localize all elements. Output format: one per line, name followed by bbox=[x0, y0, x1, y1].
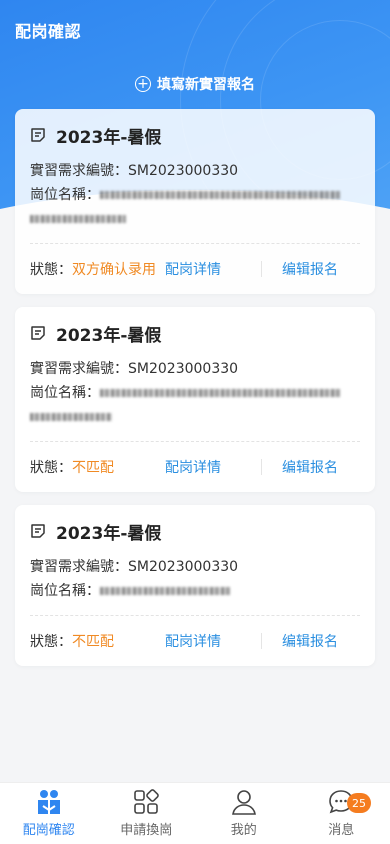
edit-application-link[interactable]: 编辑报名 bbox=[282, 259, 360, 279]
apps-icon bbox=[134, 789, 160, 814]
separator bbox=[261, 261, 262, 277]
requirement-no-row: 實習需求編號：SM2023000330 bbox=[30, 359, 360, 379]
application-card: 2023年-暑假 實習需求編號：SM2023000330 崗位名稱： 狀態： 不… bbox=[15, 307, 375, 492]
requirement-no-label: 實習需求編號： bbox=[30, 559, 128, 575]
post-name-redacted-line2 bbox=[30, 215, 126, 223]
status-badge: 不匹配 bbox=[72, 634, 114, 650]
tab-match-confirm[interactable]: 配崗確認 bbox=[0, 783, 98, 844]
tab-label: 我的 bbox=[230, 823, 257, 838]
post-name-row: 崗位名稱： bbox=[30, 185, 360, 229]
edit-application-link[interactable]: 编辑报名 bbox=[282, 631, 360, 651]
requirement-no-label: 實習需求編號： bbox=[30, 163, 128, 179]
tab-change-post[interactable]: 申請換崗 bbox=[98, 783, 196, 844]
post-name-row: 崗位名稱： bbox=[30, 383, 360, 427]
requirement-no-row: 實習需求編號：SM2023000330 bbox=[30, 557, 360, 577]
tab-label: 配崗確認 bbox=[22, 823, 75, 838]
tab-mine[interactable]: 我的 bbox=[195, 783, 293, 844]
document-icon bbox=[31, 326, 45, 340]
post-name-label: 崗位名稱： bbox=[30, 583, 100, 599]
match-detail-link[interactable]: 配岗详情 bbox=[165, 631, 243, 651]
post-name-row: 崗位名稱： bbox=[30, 581, 360, 601]
requirement-no-label: 實習需求編號： bbox=[30, 361, 128, 377]
post-name-redacted-line2 bbox=[30, 413, 112, 421]
tab-messages[interactable]: 消息 25 bbox=[293, 783, 390, 844]
term-title: 2023年-暑假 bbox=[56, 127, 162, 148]
post-name-label: 崗位名稱： bbox=[30, 187, 100, 203]
plus-circle-icon: + bbox=[135, 76, 151, 92]
requirement-no-value: SM2023000330 bbox=[128, 559, 239, 575]
page-title: 配岗確認 bbox=[15, 22, 82, 41]
people-icon bbox=[37, 790, 60, 814]
new-apply-button[interactable]: + 填寫新實習報名 bbox=[0, 74, 390, 94]
bottom-tab-bar: 配崗確認 申請換崗 我的 消息 25 bbox=[0, 782, 390, 844]
post-name-redacted bbox=[100, 389, 340, 397]
status-label: 狀態： bbox=[30, 460, 72, 476]
status-badge: 不匹配 bbox=[72, 460, 114, 476]
separator bbox=[261, 459, 262, 475]
application-card: 2023年-暑假 實習需求編號：SM2023000330 崗位名稱： 狀態： 双… bbox=[15, 109, 375, 294]
post-name-redacted bbox=[100, 587, 230, 595]
term-title: 2023年-暑假 bbox=[56, 523, 162, 544]
tab-label: 消息 bbox=[328, 823, 355, 838]
user-icon bbox=[231, 790, 256, 815]
document-icon bbox=[31, 524, 45, 538]
status-label: 狀態： bbox=[30, 634, 72, 650]
status-badge: 双方确认录用 bbox=[72, 262, 156, 278]
separator bbox=[261, 633, 262, 649]
status-label: 狀態： bbox=[30, 262, 72, 278]
match-detail-link[interactable]: 配岗详情 bbox=[165, 259, 243, 279]
requirement-no-value: SM2023000330 bbox=[128, 361, 239, 377]
tab-label: 申請換崗 bbox=[120, 823, 173, 838]
post-name-redacted bbox=[100, 191, 340, 199]
edit-application-link[interactable]: 编辑报名 bbox=[282, 457, 360, 477]
requirement-no-value: SM2023000330 bbox=[128, 163, 239, 179]
match-detail-link[interactable]: 配岗详情 bbox=[165, 457, 243, 477]
unread-count-badge: 25 bbox=[347, 793, 371, 813]
document-icon bbox=[31, 128, 45, 142]
term-title: 2023年-暑假 bbox=[56, 325, 162, 346]
post-name-label: 崗位名稱： bbox=[30, 385, 100, 401]
new-apply-label: 填寫新實習報名 bbox=[157, 77, 255, 93]
requirement-no-row: 實習需求編號：SM2023000330 bbox=[30, 161, 360, 181]
application-card: 2023年-暑假 實習需求編號：SM2023000330 崗位名稱： 狀態： 不… bbox=[15, 505, 375, 666]
